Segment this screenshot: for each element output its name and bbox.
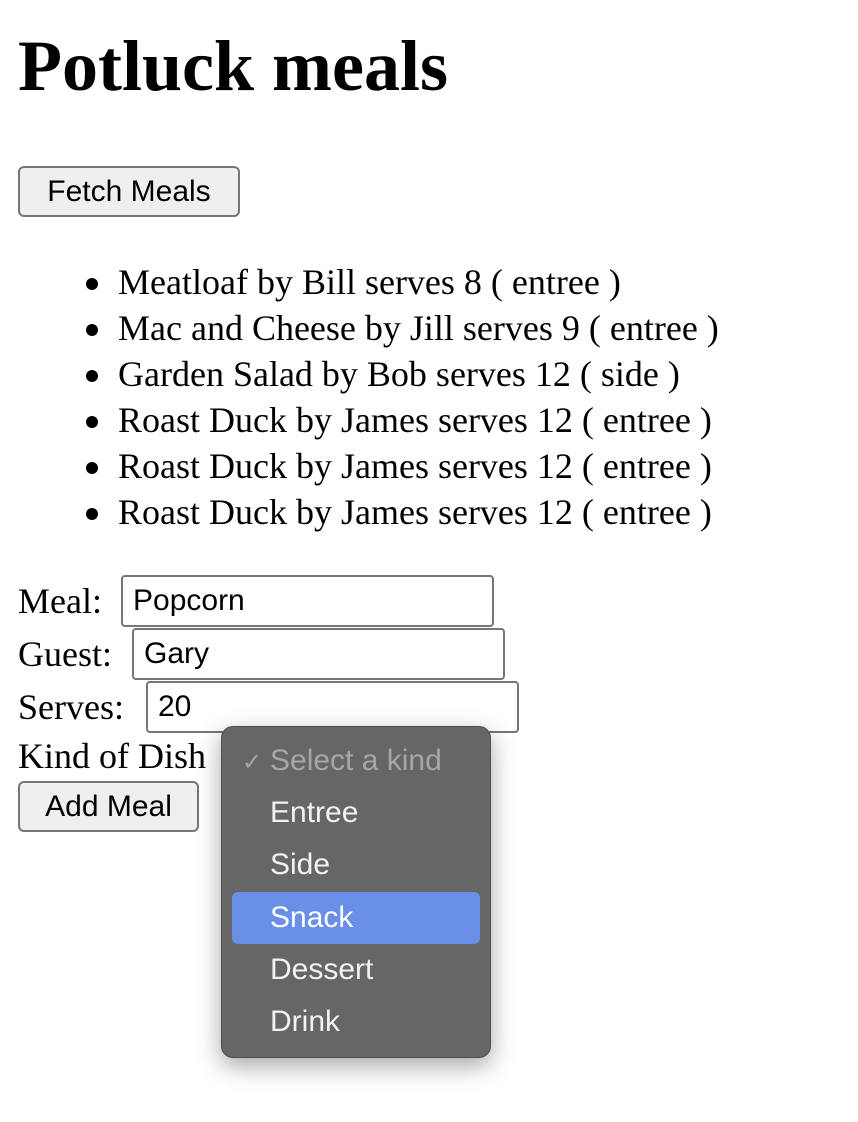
add-meal-button[interactable]: Add Meal <box>18 781 199 832</box>
option-label: Side <box>270 848 331 881</box>
list-item: Mac and Cheese by Jill serves 9 ( entree… <box>86 305 719 351</box>
list-item: Meatloaf by Bill serves 8 ( entree ) <box>86 259 719 305</box>
list-item: Roast Duck by James serves 12 ( entree ) <box>86 443 719 489</box>
page-title: Potluck meals <box>18 26 448 106</box>
meal-input[interactable] <box>121 575 494 627</box>
fetch-meals-button[interactable]: Fetch Meals <box>18 166 240 217</box>
dropdown-option-placeholder[interactable]: ✓ Select a kind <box>232 735 480 787</box>
meal-label: Meal: <box>18 581 102 621</box>
kind-of-dish-label: Kind of Dish <box>18 736 206 776</box>
option-label: Dessert <box>270 953 374 986</box>
list-item: Garden Salad by Bob serves 12 ( side ) <box>86 351 719 397</box>
meal-list: Meatloaf by Bill serves 8 ( entree ) Mac… <box>0 259 719 535</box>
dropdown-option-snack[interactable]: Snack <box>232 892 480 944</box>
option-label: Drink <box>270 1005 341 1038</box>
guest-input[interactable] <box>132 628 505 680</box>
dropdown-option-entree[interactable]: Entree <box>232 787 480 839</box>
list-item: Roast Duck by James serves 12 ( entree ) <box>86 489 719 535</box>
dropdown-option-dessert[interactable]: Dessert <box>232 944 480 996</box>
list-item: Roast Duck by James serves 12 ( entree ) <box>86 397 719 443</box>
guest-label: Guest: <box>18 634 112 674</box>
dropdown-option-drink[interactable]: Drink <box>232 996 480 1048</box>
kind-dropdown-menu[interactable]: ✓ Select a kind Entree Side Snack Desser… <box>221 726 491 1058</box>
option-label: Snack <box>270 901 354 934</box>
dropdown-option-side[interactable]: Side <box>232 839 480 891</box>
option-label: Select a kind <box>270 744 442 777</box>
checkmark-icon: ✓ <box>242 749 263 776</box>
option-label: Entree <box>270 796 359 829</box>
serves-label: Serves: <box>18 687 124 727</box>
